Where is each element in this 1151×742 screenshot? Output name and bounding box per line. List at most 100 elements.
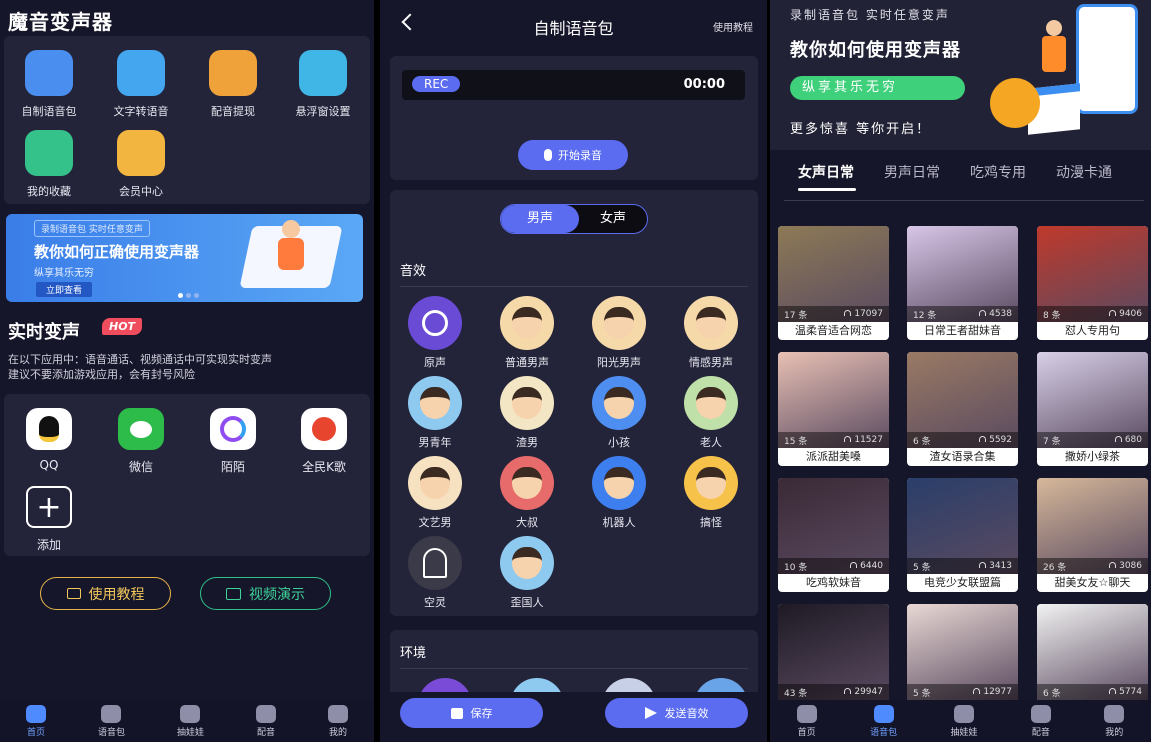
effect-check[interactable]: 原声 <box>404 296 466 370</box>
category-tab[interactable]: 女声日常 <box>798 162 854 182</box>
effect-robot[interactable]: 机器人 <box>588 456 650 530</box>
app-ksong[interactable]: 全民K歌 <box>293 408 355 480</box>
toggle-female[interactable]: 女声 <box>579 205 647 233</box>
app-qq[interactable]: QQ <box>18 408 80 480</box>
pack-plays: 5774 <box>1109 687 1142 697</box>
feature-planet[interactable]: 自制语音包 <box>18 50 80 122</box>
app-label: 陌陌 <box>220 460 245 474</box>
effect-kid[interactable]: 小孩 <box>588 376 650 450</box>
voice-pack-card[interactable]: 6 条 5592 渣女语录合集 <box>907 352 1018 466</box>
tab-dub[interactable]: 配音 <box>1030 704 1051 738</box>
effect-man[interactable]: 文艺男 <box>404 456 466 530</box>
save-label: 保存 <box>470 707 493 720</box>
send-effect-button[interactable]: 发送音效 <box>605 698 748 728</box>
effect-man[interactable]: 渣男 <box>496 376 558 450</box>
voice-pack-card[interactable]: 10 条 6440 吃鸡软妹音 <box>778 478 889 592</box>
effect-man[interactable]: 普通男声 <box>496 296 558 370</box>
app-wechat[interactable]: 微信 <box>110 408 172 480</box>
video-demo-button[interactable]: 视频演示 <box>200 577 331 610</box>
tab-claw[interactable]: 抽娃娃 <box>950 704 978 738</box>
pack-count: 6 条 <box>913 436 931 447</box>
tab-mic[interactable]: 语音包 <box>870 704 897 738</box>
effect-uncle[interactable]: 大叔 <box>496 456 558 530</box>
momo-icon <box>210 408 256 450</box>
tab-dub[interactable]: 配音 <box>255 704 276 738</box>
check-icon <box>408 296 462 350</box>
voice-pack-card[interactable]: 7 条 680 撒娇小绿茶 <box>1037 352 1148 466</box>
feature-text-speech[interactable]: 文字转语音 <box>110 50 172 122</box>
pack-plays: 12977 <box>973 687 1012 697</box>
tab-claw[interactable]: 抽娃娃 <box>177 704 204 738</box>
feature-label: 配音提现 <box>211 105 255 118</box>
category-tab[interactable]: 动漫卡通 <box>1056 162 1112 182</box>
pack-stats: 15 条 11527 <box>778 432 889 448</box>
effect-label: 小孩 <box>608 436 630 449</box>
pack-plays: 3413 <box>979 561 1012 571</box>
top-banner[interactable]: 录制语音包 实时任意变声 教你如何使用变声器 纵享其乐无穷 更多惊喜 等你开启！ <box>770 0 1151 150</box>
tutorial-button-label: 使用教程 <box>88 586 145 603</box>
person-body-icon <box>278 238 304 270</box>
help-link[interactable]: 使用教程 <box>713 19 753 34</box>
effect-foreigner[interactable]: 歪国人 <box>496 536 558 610</box>
text-speech-icon <box>117 50 165 96</box>
momo-ring-shape <box>220 416 246 442</box>
toggle-male[interactable]: 男声 <box>501 205 579 233</box>
pack-count: 10 条 <box>784 562 808 573</box>
feature-wallet[interactable]: 配音提现 <box>202 50 264 122</box>
tutorial-button[interactable]: 使用教程 <box>40 577 171 610</box>
voice-pack-card[interactable]: 15 条 11527 派派甜美嗓 <box>778 352 889 466</box>
effect-man[interactable]: 情感男声 <box>680 296 742 370</box>
feature-vip[interactable]: 会员中心 <box>110 130 172 202</box>
pack-stats: 6 条 5774 <box>1037 684 1148 700</box>
start-record-button[interactable]: 开始录音 <box>518 140 628 170</box>
banner-more: 更多惊喜 等你开启！ <box>790 122 932 137</box>
tab-home[interactable]: 首页 <box>25 704 46 738</box>
banner-button[interactable]: 立即查看 <box>36 282 93 297</box>
effect-man-glasses[interactable]: 阳光男声 <box>588 296 650 370</box>
young-man-icon <box>408 376 462 430</box>
effect-ghost[interactable]: 空灵 <box>404 536 466 610</box>
tab-mic[interactable]: 语音包 <box>98 704 125 738</box>
effect-label: 文艺男 <box>418 516 452 529</box>
app-momo[interactable]: 陌陌 <box>202 408 264 480</box>
app-add[interactable]: + 添加 <box>18 486 80 558</box>
category-tabs: 女声日常 男声日常 吃鸡专用 动漫卡通 <box>784 160 1144 200</box>
save-button[interactable]: 保存 <box>400 698 543 728</box>
custom-voice-screen: 自制语音包 使用教程 REC 00:00 开始录音 男声 女声 音效 原声 普通男… <box>380 0 767 742</box>
feature-label: 文字转语音 <box>113 105 169 118</box>
effect-funny-face[interactable]: 搞怪 <box>680 456 742 530</box>
pack-plays: 5592 <box>979 435 1012 445</box>
headphones-icon <box>979 310 987 316</box>
headphones-icon <box>973 688 981 694</box>
category-tab[interactable]: 男声日常 <box>884 162 940 182</box>
voice-pack-card[interactable]: 12 条 4538 日常王者甜妹音 <box>907 226 1018 340</box>
pack-plays-value: 5592 <box>989 435 1012 445</box>
effect-old-man[interactable]: 老人 <box>680 376 742 450</box>
tutorial-banner[interactable]: 录制语音包 实时任意变声 教你如何正确使用变声器 纵享其乐无穷 立即查看 <box>6 214 363 302</box>
profile-icon <box>1104 704 1125 723</box>
voice-pack-card[interactable]: 26 条 3086 甜美女友☆聊天 <box>1037 478 1148 592</box>
gender-toggle[interactable]: 男声 女声 <box>500 204 648 234</box>
feature-star[interactable]: 我的收藏 <box>18 130 80 202</box>
voice-pack-card[interactable]: 17 条 17097 温柔音适合网恋 <box>778 226 889 340</box>
pack-stats: 17 条 17097 <box>778 306 889 322</box>
carousel-dots <box>178 293 199 298</box>
category-tab[interactable]: 吃鸡专用 <box>970 162 1026 182</box>
voice-pack-card[interactable]: 8 条 9406 怼人专用句 <box>1037 226 1148 340</box>
pack-stats: 43 条 29947 <box>778 684 889 700</box>
effect-young-man[interactable]: 男青年 <box>404 376 466 450</box>
start-record-label: 开始录音 <box>558 149 602 162</box>
voice-pack-card[interactable]: 5 条 3413 电竞少女联盟篇 <box>907 478 1018 592</box>
headphones-icon <box>844 688 852 694</box>
effect-label: 男青年 <box>418 436 452 449</box>
headphones-icon <box>850 562 858 568</box>
robot-icon <box>592 456 646 510</box>
tab-home[interactable]: 首页 <box>796 704 817 738</box>
feature-hexagon[interactable]: 悬浮窗设置 <box>292 50 354 122</box>
man-glasses-icon <box>592 296 646 350</box>
mic-icon <box>544 149 552 161</box>
tab-profile[interactable]: 我的 <box>327 704 348 738</box>
tab-profile[interactable]: 我的 <box>1104 704 1125 738</box>
headphones-icon <box>1109 688 1117 694</box>
tab-label: 首页 <box>797 727 816 738</box>
